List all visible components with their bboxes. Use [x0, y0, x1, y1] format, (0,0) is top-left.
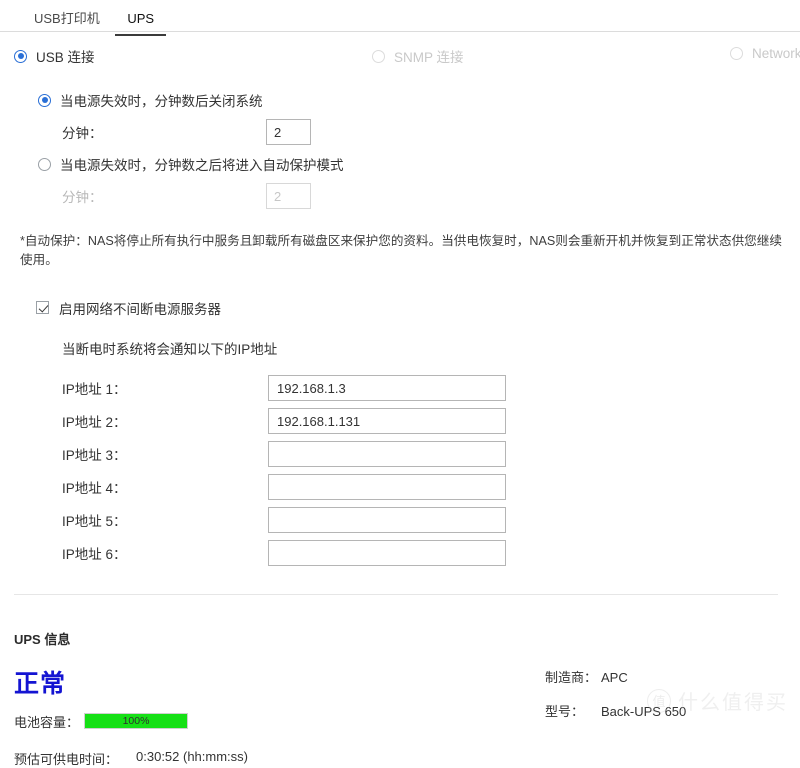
auto-protect-minutes-input: [266, 183, 311, 209]
ip-address-row-5: IP地址 5：: [0, 504, 800, 537]
auto-protect-minutes-label: 分钟：: [62, 190, 103, 205]
radio-usb-connection-label: USB 连接: [36, 50, 95, 65]
auto-protect-minutes-row: 分钟：: [0, 176, 800, 216]
radio-snmp-connection-label: SNMP 连接: [394, 50, 464, 65]
ip-address-input-5[interactable]: [268, 507, 506, 534]
connection-type-row: USB 连接 SNMP 连接 Network: [0, 46, 800, 80]
radio-auto-protect-label: 当电源失效时，分钟数之后将进入自动保护模式: [60, 158, 344, 173]
ip-address-label-4: IP地址 4：: [62, 481, 127, 497]
ups-meta-section: 制造商： APC 型号： Back-UPS 650: [545, 667, 686, 735]
shutdown-minutes-row: 分钟：: [0, 112, 800, 152]
manufacturer-value: APC: [601, 669, 628, 685]
radio-usb-connection-icon[interactable]: [14, 49, 27, 63]
radio-network-connection-icon: [730, 47, 743, 60]
ip-address-row-4: IP地址 4：: [0, 471, 800, 504]
ip-address-input-3[interactable]: [268, 441, 506, 468]
ip-address-label-5: IP地址 5：: [62, 514, 127, 530]
ip-address-label-6: IP地址 6：: [62, 547, 127, 563]
ip-address-input-6[interactable]: [268, 540, 506, 567]
battery-capacity-percent: 100%: [122, 715, 150, 728]
ip-address-input-2[interactable]: [268, 408, 506, 435]
radio-network-connection-label: Network: [752, 46, 800, 61]
radio-shutdown-system-icon[interactable]: [38, 93, 51, 107]
battery-capacity-fill: 100%: [85, 714, 187, 729]
tab-strip: USB打印机 UPS: [0, 0, 800, 36]
ip-address-list: IP地址 1： IP地址 2： IP地址 3： IP地址 4： IP地址 5： …: [0, 372, 800, 570]
ip-address-row-1: IP地址 1：: [0, 372, 800, 405]
tab-ups[interactable]: UPS: [115, 4, 167, 36]
radio-option-usb-connection[interactable]: USB 连接: [14, 46, 95, 66]
ups-info-section: UPS 信息 正常 电池容量： 100% 预估可供电时间： 0:30:52 (h…: [0, 629, 800, 768]
checkbox-network-ups-label: 启用网络不间断电源服务器: [59, 301, 221, 317]
ups-info-title: UPS 信息: [14, 631, 71, 647]
radio-snmp-connection-icon: [372, 49, 385, 63]
radio-auto-protect-icon[interactable]: [38, 157, 51, 171]
manufacturer-label: 制造商：: [545, 669, 598, 685]
ip-address-input-1[interactable]: [268, 375, 506, 402]
radio-shutdown-system-label: 当电源失效时，分钟数后关闭系统: [60, 94, 263, 109]
battery-capacity-bar: 100%: [84, 713, 188, 730]
runtime-row: 预估可供电时间： 0:30:52 (hh:mm:ss): [14, 749, 800, 768]
notify-ip-description: 当断电时系统将会通知以下的IP地址: [62, 341, 278, 357]
battery-capacity-label: 电池容量：: [14, 714, 80, 730]
checkbox-enable-network-ups-server[interactable]: 启用网络不间断电源服务器: [0, 298, 800, 318]
ups-settings-panel: USB 连接 SNMP 连接 Network 当电源失效时，分钟数后关闭系统 分…: [0, 46, 800, 768]
radio-option-network-connection: Network: [730, 46, 800, 61]
auto-protect-note: *自动保护：NAS将停止所有执行中服务且卸载所有磁盘区来保护您的资料。当供电恢复…: [20, 234, 782, 267]
manufacturer-row: 制造商： APC: [545, 667, 686, 701]
ip-address-row-2: IP地址 2：: [0, 405, 800, 438]
ip-address-label-3: IP地址 3：: [62, 448, 127, 464]
ip-address-input-4[interactable]: [268, 474, 506, 501]
radio-option-shutdown-system[interactable]: 当电源失效时，分钟数后关闭系统: [0, 88, 800, 112]
model-label: 型号：: [545, 703, 585, 719]
ip-address-label-2: IP地址 2：: [62, 415, 127, 431]
radio-option-auto-protect[interactable]: 当电源失效时，分钟数之后将进入自动保护模式: [0, 152, 800, 176]
radio-option-snmp-connection: SNMP 连接: [372, 46, 464, 66]
model-row: 型号： Back-UPS 650: [545, 701, 686, 735]
runtime-label: 预估可供电时间：: [14, 751, 119, 767]
section-divider: [14, 593, 778, 595]
runtime-value: 0:30:52 (hh:mm:ss): [136, 748, 249, 764]
model-value: Back-UPS 650: [601, 703, 687, 719]
checkbox-network-ups-icon[interactable]: [36, 301, 49, 315]
ip-address-row-6: IP地址 6：: [0, 537, 800, 570]
tab-usb-printer[interactable]: USB打印机: [22, 1, 112, 35]
ip-address-label-1: IP地址 1：: [62, 382, 127, 398]
shutdown-options-group: 当电源失效时，分钟数后关闭系统 分钟： 当电源失效时，分钟数之后将进入自动保护模…: [0, 88, 800, 216]
ip-address-row-3: IP地址 3：: [0, 438, 800, 471]
shutdown-minutes-label: 分钟：: [62, 126, 103, 141]
shutdown-minutes-input[interactable]: [266, 119, 311, 145]
